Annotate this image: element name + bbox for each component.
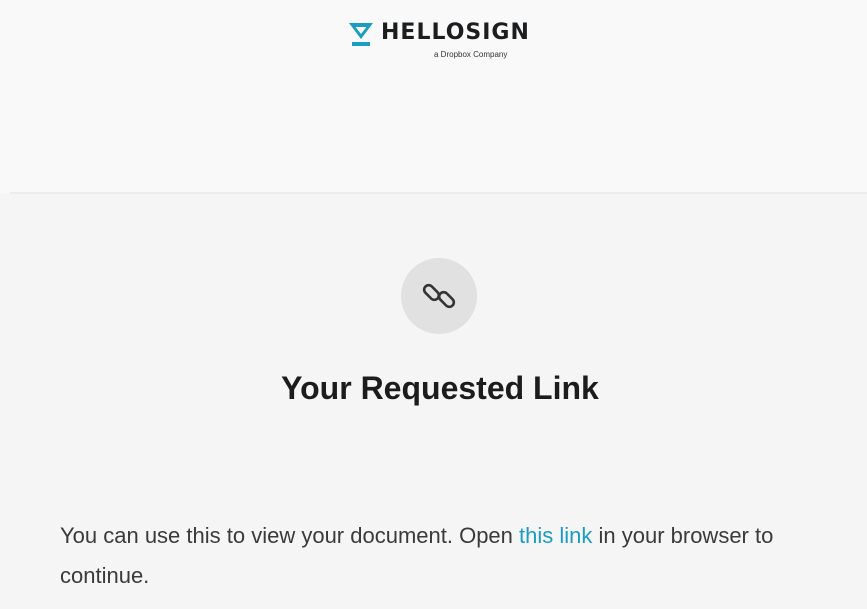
body-text-before-link: You can use this to view your document. … xyxy=(60,523,520,548)
email-content: Your Requested Link You can use this to … xyxy=(0,194,867,609)
email-header: HELLOSIGN a Dropbox Company xyxy=(0,0,867,192)
link-icon-badge xyxy=(401,258,477,334)
brand-name: HELLOSIGN xyxy=(381,20,530,45)
document-link[interactable]: this link xyxy=(519,523,592,548)
hellosign-logo-icon xyxy=(349,23,373,46)
body-text: You can use this to view your document. … xyxy=(60,516,820,596)
page-title: Your Requested Link xyxy=(281,370,599,406)
email-page: HELLOSIGN a Dropbox Company Your Request… xyxy=(0,0,867,609)
hellosign-logo: HELLOSIGN a Dropbox Company xyxy=(348,19,538,67)
brand-tagline: a Dropbox Company xyxy=(434,50,508,59)
link-icon xyxy=(422,283,456,309)
